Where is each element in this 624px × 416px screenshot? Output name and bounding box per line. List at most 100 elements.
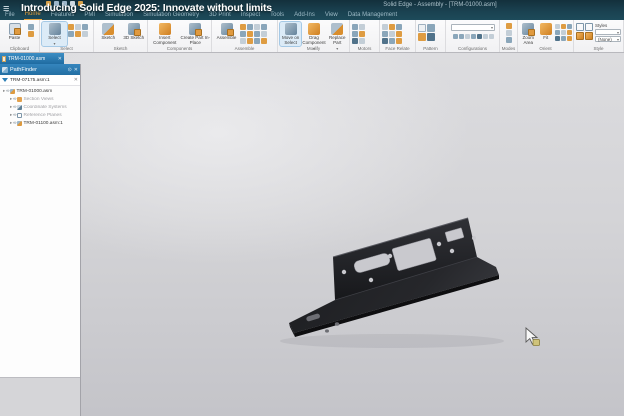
copy-icon[interactable] (28, 31, 34, 37)
assemble-button[interactable]: Assemble (214, 22, 239, 41)
orient-icon[interactable] (555, 36, 560, 41)
insert-component-button[interactable]: Insert Component (150, 22, 180, 46)
select-option-icon[interactable] (82, 24, 88, 30)
pathfinder-filter-row[interactable]: TRM-07175.asm:1 ✕ (0, 75, 80, 86)
move-on-select-button[interactable]: Move on Select (278, 21, 303, 47)
clear-filter-icon[interactable]: ✕ (74, 77, 78, 83)
face-relate-icon[interactable] (396, 24, 402, 30)
tree-item-section-views[interactable]: ▸ ∞ Section Views (0, 95, 80, 103)
expand-icon[interactable]: ▸ (10, 96, 12, 102)
visible-edges-style-icon[interactable] (585, 23, 593, 31)
relate-option-icon[interactable] (254, 31, 260, 37)
show-hide-icon[interactable]: ∞ (13, 96, 16, 102)
expand-icon[interactable]: ▸ (10, 112, 12, 118)
pathfinder-header[interactable]: PathFinder ⊙ ✕ (0, 64, 80, 75)
shaded-edges-style-icon[interactable] (585, 32, 593, 40)
select-button[interactable]: Select ▾ (41, 21, 68, 47)
fit-button[interactable]: Fit (538, 22, 555, 41)
orient-icon[interactable] (567, 30, 572, 35)
face-style-select[interactable]: ▾ (595, 29, 621, 35)
mirror-icon[interactable] (418, 33, 426, 41)
relate-option-icon[interactable] (261, 24, 267, 30)
expand-icon[interactable]: ▸ (10, 120, 12, 126)
relate-option-icon[interactable] (261, 31, 267, 37)
pattern-icon[interactable] (427, 24, 435, 32)
motor-icon[interactable] (352, 24, 358, 30)
relate-option-icon[interactable] (240, 31, 246, 37)
render-mode-select[interactable]: (None) ▾ (595, 36, 621, 42)
clone-icon[interactable] (427, 33, 435, 41)
config-icon[interactable] (482, 34, 488, 39)
orient-icon[interactable] (561, 36, 566, 41)
wireframe-style-icon[interactable] (576, 23, 584, 31)
tree-item-assembly-root[interactable]: ▸ ∞ TRM-01000.asm (0, 87, 80, 95)
show-hide-icon[interactable]: ∞ (13, 120, 16, 126)
select-option-icon[interactable] (75, 24, 81, 30)
mode-icon[interactable] (506, 23, 512, 29)
relate-option-icon[interactable] (254, 24, 260, 30)
select-option-icon[interactable] (82, 31, 88, 37)
pattern-icon[interactable] (418, 24, 426, 32)
face-relate-icon[interactable] (382, 38, 388, 44)
tree-item-subassembly[interactable]: ▸ ∞ TRM-01100.asm:1 (0, 119, 80, 127)
relate-option-icon[interactable] (261, 38, 267, 44)
bracket-part[interactable] (270, 200, 515, 350)
document-tab[interactable]: TRM-01000.asm ✕ (0, 53, 64, 64)
face-relate-icon[interactable] (382, 24, 388, 30)
tab-file[interactable]: File (4, 11, 16, 20)
create-part-in-place-button[interactable]: Create Part In-Place (181, 22, 210, 46)
face-relate-icon[interactable] (382, 31, 388, 37)
expand-icon[interactable]: ▸ (3, 88, 5, 94)
paste-button[interactable]: Paste (2, 22, 27, 41)
shaded-style-icon[interactable] (576, 32, 584, 40)
select-option-icon[interactable] (68, 31, 74, 37)
relate-option-icon[interactable] (247, 31, 253, 37)
face-relate-icon[interactable] (396, 31, 402, 37)
relate-option-icon[interactable] (247, 38, 253, 44)
3d-sketch-button[interactable]: 3D Sketch (122, 22, 147, 41)
motor-icon[interactable] (359, 38, 365, 44)
face-relate-icon[interactable] (389, 24, 395, 30)
tab-view[interactable]: View (324, 11, 339, 20)
tab-data-management[interactable]: Data Management (347, 11, 398, 20)
close-panel-icon[interactable]: ✕ (74, 67, 78, 73)
relate-option-icon[interactable] (254, 38, 260, 44)
orient-icon[interactable] (561, 24, 566, 29)
mode-icon[interactable] (506, 37, 512, 43)
show-hide-icon[interactable]: ∞ (13, 112, 16, 118)
config-icon[interactable] (470, 34, 476, 39)
config-icon[interactable] (488, 34, 494, 39)
config-icon[interactable] (458, 34, 464, 39)
close-tab-icon[interactable]: ✕ (58, 56, 62, 62)
config-icon[interactable] (464, 34, 470, 39)
select-option-icon[interactable] (68, 24, 74, 30)
select-option-icon[interactable] (75, 31, 81, 37)
orient-icon[interactable] (567, 24, 572, 29)
show-hide-icon[interactable]: ∞ (6, 88, 9, 94)
config-icon[interactable] (476, 34, 482, 39)
pin-icon[interactable]: ⊙ (68, 67, 72, 73)
zoom-area-button[interactable]: Zoom Area (520, 22, 537, 46)
tree-item-reference-planes[interactable]: ▸ ∞ Reference Planes (0, 111, 80, 119)
face-relate-icon[interactable] (396, 38, 402, 44)
configuration-select[interactable]: ▾ (451, 24, 495, 31)
orient-icon[interactable] (555, 24, 560, 29)
relate-option-icon[interactable] (240, 24, 246, 30)
orient-icon[interactable] (555, 30, 560, 35)
mode-icon[interactable] (506, 30, 512, 36)
show-hide-icon[interactable]: ∞ (13, 104, 16, 110)
expand-icon[interactable]: ▸ (10, 104, 12, 110)
sketch-button[interactable]: Sketch (96, 22, 121, 41)
config-icon[interactable] (452, 34, 458, 39)
relate-option-icon[interactable] (240, 38, 246, 44)
motor-icon[interactable] (359, 31, 365, 37)
motor-icon[interactable] (352, 31, 358, 37)
motor-icon[interactable] (352, 38, 358, 44)
cut-icon[interactable] (28, 24, 34, 30)
tab-add-ins[interactable]: Add-Ins (293, 11, 316, 20)
motor-icon[interactable] (359, 24, 365, 30)
face-relate-icon[interactable] (389, 31, 395, 37)
relate-option-icon[interactable] (247, 24, 253, 30)
face-relate-icon[interactable] (389, 38, 395, 44)
orient-icon[interactable] (567, 36, 572, 41)
